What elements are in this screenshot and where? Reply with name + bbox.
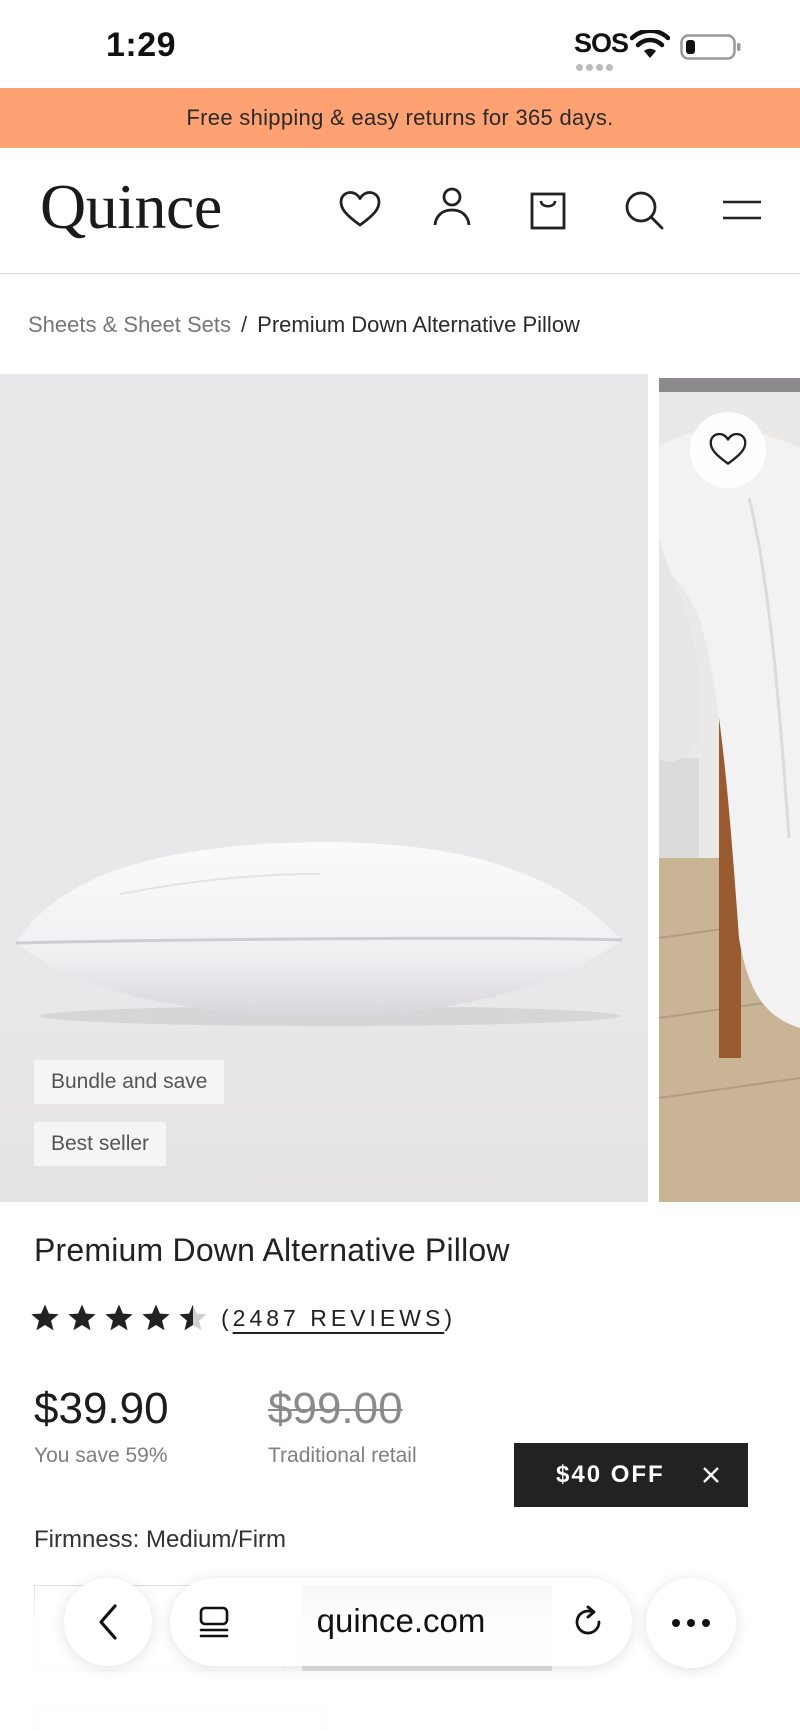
promo-text: Free shipping & easy returns for 365 day…: [186, 105, 614, 130]
logo[interactable]: Quince: [40, 170, 222, 244]
more-button[interactable]: [646, 1578, 736, 1668]
heart-icon: [709, 432, 747, 465]
sale-price: $39.90: [34, 1384, 169, 1433]
badge-bundle: Bundle and save: [34, 1060, 225, 1104]
reload-icon[interactable]: [570, 1604, 606, 1640]
retail-price: $99.00: [268, 1384, 403, 1433]
reviews-link[interactable]: (2487 REVIEWS): [221, 1305, 456, 1332]
product-image-main[interactable]: Bundle and save Best seller: [0, 374, 648, 1202]
product-image-secondary[interactable]: [659, 378, 800, 1202]
promo-banner[interactable]: Free shipping & easy returns for 365 day…: [0, 88, 800, 148]
duvet-image: [659, 378, 800, 1202]
wishlist-button[interactable]: [690, 412, 766, 488]
breadcrumb-separator: /: [241, 312, 248, 337]
star-icon: [179, 1304, 207, 1331]
wifi-icon: [630, 30, 670, 58]
signal-dots: [576, 58, 616, 71]
status-bar: 1:29 SOS: [0, 0, 800, 88]
retail-label: Traditional retail: [268, 1444, 417, 1467]
battery-icon: [680, 34, 741, 60]
sos-indicator: SOS: [574, 28, 629, 58]
search-icon[interactable]: [622, 188, 666, 232]
status-time: 1:29: [106, 26, 177, 64]
discount-label: $40 OFF: [556, 1461, 665, 1488]
url-text: quince.com: [316, 1602, 486, 1639]
star-icon: [105, 1304, 133, 1331]
star-icon: [31, 1304, 59, 1331]
product-title: Premium Down Alternative Pillow: [34, 1232, 510, 1268]
discount-tag[interactable]: $40 OFF: [514, 1443, 748, 1507]
site-header: Quince: [0, 148, 800, 274]
address-bar[interactable]: quince.com: [170, 1578, 632, 1666]
star-icon: [68, 1304, 96, 1331]
heart-icon[interactable]: [338, 188, 382, 232]
star-rating: [30, 1303, 215, 1333]
close-icon[interactable]: [696, 1460, 726, 1490]
more-icon: [672, 1619, 710, 1627]
bag-icon[interactable]: [526, 188, 570, 232]
savings-text: You save 59%: [34, 1444, 168, 1467]
badge-bestseller: Best seller: [34, 1122, 167, 1166]
back-icon: [99, 1604, 117, 1640]
breadcrumb: Sheets & Sheet Sets / Premium Down Alter…: [28, 312, 580, 338]
account-icon[interactable]: [430, 184, 474, 228]
back-button[interactable]: [64, 1578, 152, 1666]
menu-icon[interactable]: [720, 188, 764, 232]
breadcrumb-parent-link[interactable]: Sheets & Sheet Sets: [28, 312, 231, 338]
breadcrumb-current: Premium Down Alternative Pillow: [257, 312, 580, 337]
star-icon: [142, 1304, 170, 1331]
reviews-count: 2487 REVIEWS: [232, 1304, 445, 1331]
rating-row[interactable]: (2487 REVIEWS): [30, 1300, 456, 1336]
firmness-label: Firmness: Medium/Firm: [34, 1526, 287, 1553]
